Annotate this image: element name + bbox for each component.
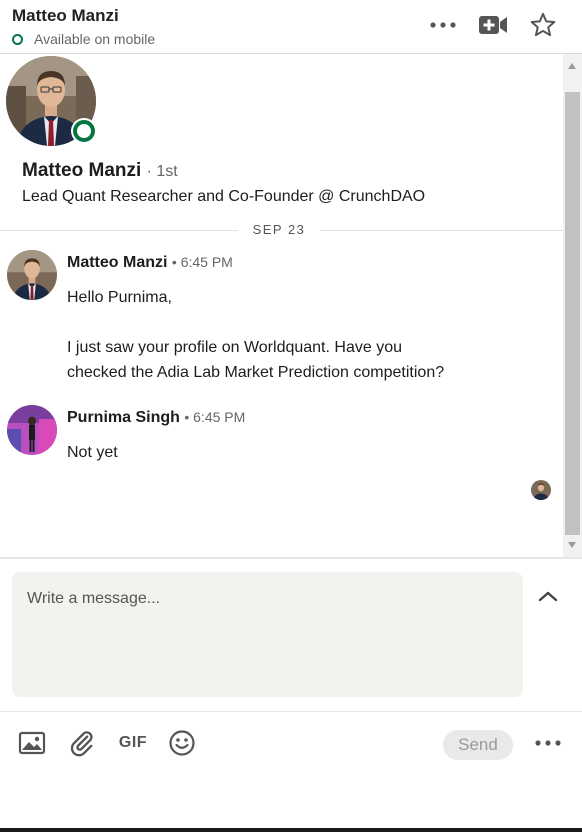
message-text-line: I just saw your profile on Worldquant. H… — [67, 339, 402, 356]
gif-button[interactable]: GIF — [117, 728, 149, 758]
divider-line-left — [0, 230, 238, 231]
message-text-line: Hello Purnima, — [67, 289, 172, 306]
scroll-down-arrow-icon[interactable] — [568, 542, 576, 548]
message-text-line: Not yet — [67, 444, 118, 461]
message-input[interactable] — [12, 572, 523, 697]
more-icon[interactable] — [428, 10, 458, 40]
date-label: SEP 23 — [252, 222, 306, 237]
emoji-icon[interactable] — [167, 728, 197, 758]
header-contact-name[interactable]: Matteo Manzi — [12, 6, 119, 26]
toolbar-divider — [0, 711, 582, 712]
scrollbar[interactable] — [563, 54, 582, 557]
seen-receipt-avatar — [531, 480, 551, 500]
date-divider: SEP 23 — [0, 220, 563, 240]
message-text-line: checked the Adia Lab Market Prediction c… — [67, 364, 445, 381]
window-bottom-edge — [0, 828, 582, 832]
send-button[interactable]: Send — [443, 730, 513, 760]
message-sender: Matteo Manzi • 6:45 PM — [67, 254, 233, 272]
status-dot-icon — [12, 33, 23, 45]
divider-line-right — [320, 230, 563, 231]
paperclip-icon[interactable] — [67, 728, 97, 758]
message-sender: Purnima Singh • 6:45 PM — [67, 409, 245, 427]
message-time: • 6:45 PM — [171, 254, 233, 270]
scroll-up-arrow-icon[interactable] — [568, 63, 576, 69]
expand-composer-chevron-up-icon[interactable] — [534, 584, 562, 608]
star-icon[interactable] — [528, 10, 558, 40]
message-time: • 6:45 PM — [184, 409, 246, 425]
composer-divider — [0, 557, 582, 559]
sender-name[interactable]: Purnima Singh — [67, 409, 180, 426]
online-presence-icon — [73, 120, 95, 142]
header-status: Available on mobile — [12, 31, 155, 47]
profile-headline: Lead Quant Researcher and Co-Founder @ C… — [22, 188, 426, 205]
more-options-icon[interactable] — [531, 728, 565, 758]
sender-name[interactable]: Matteo Manzi — [67, 254, 167, 271]
video-call-icon[interactable] — [478, 10, 508, 40]
connection-degree: · 1st — [146, 163, 178, 180]
sender-avatar-purnima[interactable] — [7, 405, 57, 455]
profile-name[interactable]: Matteo Manzi · 1st — [22, 160, 178, 182]
scrollbar-thumb[interactable] — [565, 92, 580, 535]
image-icon[interactable] — [17, 728, 47, 758]
sender-avatar-matteo[interactable] — [7, 250, 57, 300]
conversation-header: Matteo Manzi Available on mobile — [0, 0, 582, 54]
message-list[interactable]: Matteo Manzi · 1st Lead Quant Researcher… — [0, 54, 563, 557]
header-status-text: Available on mobile — [34, 31, 156, 47]
profile-name-text[interactable]: Matteo Manzi — [22, 160, 141, 181]
